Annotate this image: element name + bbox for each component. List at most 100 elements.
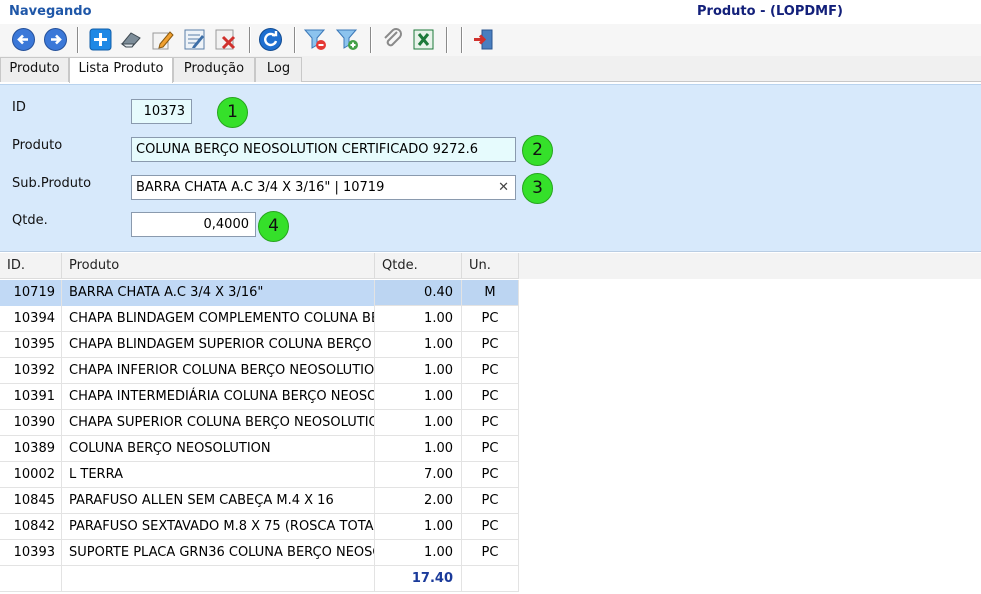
cell-un: PC — [462, 514, 519, 540]
cell-qtde: 7.00 — [375, 462, 462, 488]
cell-qtde: 1.00 — [375, 306, 462, 332]
cell-id: 10391 — [0, 384, 62, 410]
tab-produto[interactable]: Produto — [0, 57, 69, 82]
tab-strip: Produto Lista Produto Produção Log — [0, 56, 981, 83]
filter-add-button[interactable] — [335, 27, 360, 52]
table-row[interactable]: 10389 COLUNA BERÇO NEOSOLUTION 1.00 PC — [0, 436, 519, 462]
cell-id: 10002 — [0, 462, 62, 488]
clear-icon[interactable]: ✕ — [498, 176, 509, 199]
toolbar — [0, 24, 981, 56]
column-header-qtde[interactable]: Qtde. — [375, 253, 462, 279]
delete-doc-icon — [215, 29, 236, 50]
cell-qtde: 0.40 — [375, 280, 462, 306]
table-row[interactable]: 10395 CHAPA BLINDAGEM SUPERIOR COLUNA BE… — [0, 332, 519, 358]
cell-id — [0, 566, 62, 592]
cell-un: M — [462, 280, 519, 306]
cell-un: PC — [462, 410, 519, 436]
cell-qtde: 1.00 — [375, 358, 462, 384]
cell-qtde: 1.00 — [375, 410, 462, 436]
produto-field[interactable]: COLUNA BERÇO NEOSOLUTION CERTIFICADO 927… — [131, 137, 516, 162]
attach-button[interactable] — [380, 27, 405, 52]
cell-un: PC — [462, 540, 519, 566]
cell-id: 10394 — [0, 306, 62, 332]
erase-button[interactable] — [119, 27, 144, 52]
pencil-icon — [152, 31, 174, 50]
toolbar-separator — [294, 27, 296, 53]
marker-badge-4: 4 — [258, 211, 289, 242]
column-header-id[interactable]: ID. — [0, 253, 62, 279]
filter-remove-button[interactable] — [303, 27, 328, 52]
column-header-produto[interactable]: Produto — [62, 253, 375, 279]
cell-qtde: 1.00 — [375, 436, 462, 462]
filter-remove-icon — [303, 29, 326, 50]
cell-produto: CHAPA BLINDAGEM SUPERIOR COLUNA BERÇO N — [62, 332, 375, 358]
table-row[interactable]: 10719 BARRA CHATA A.C 3/4 X 3/16" 0.40 M — [0, 280, 519, 306]
table-row[interactable]: 10392 CHAPA INFERIOR COLUNA BERÇO NEOSOL… — [0, 358, 519, 384]
table-row[interactable]: 10842 PARAFUSO SEXTAVADO M.8 X 75 (ROSCA… — [0, 514, 519, 540]
tab-log[interactable]: Log — [255, 57, 302, 82]
cell-produto: PARAFUSO SEXTAVADO M.8 X 75 (ROSCA TOTAL… — [62, 514, 375, 540]
marker-badge-3: 3 — [522, 173, 553, 204]
cell-produto: CHAPA INTERMEDIÁRIA COLUNA BERÇO NEOSOL — [62, 384, 375, 410]
tab-producao[interactable]: Produção — [173, 57, 255, 82]
toolbar-separator — [461, 27, 463, 53]
subproduto-value: BARRA CHATA A.C 3/4 X 3/16" | 10719 — [136, 180, 385, 195]
exit-button[interactable] — [471, 27, 496, 52]
delete-button[interactable] — [213, 27, 238, 52]
edit-note-button[interactable] — [182, 27, 207, 52]
table-row[interactable]: 10391 CHAPA INTERMEDIÁRIA COLUNA BERÇO N… — [0, 384, 519, 410]
filter-add-icon — [335, 29, 358, 50]
table-row[interactable]: 10845 PARAFUSO ALLEN SEM CABEÇA M.4 X 16… — [0, 488, 519, 514]
cell-un: PC — [462, 358, 519, 384]
arrow-right-icon — [44, 28, 67, 51]
exit-icon — [474, 29, 493, 50]
notepad-edit-icon — [184, 29, 205, 50]
marker-badge-2: 2 — [522, 135, 553, 166]
cell-id: 10393 — [0, 540, 62, 566]
eraser-icon — [120, 32, 141, 48]
excel-button[interactable] — [411, 27, 436, 52]
toolbar-separator — [370, 27, 372, 53]
cell-produto: CHAPA INFERIOR COLUNA BERÇO NEOSOLUTION — [62, 358, 375, 384]
subproduto-label: Sub.Produto — [12, 176, 92, 191]
window-title: Produto - (LOPDMF) — [697, 4, 843, 19]
cell-id: 10719 — [0, 280, 62, 306]
cell-produto: COLUNA BERÇO NEOSOLUTION — [62, 436, 375, 462]
toolbar-separator — [77, 27, 79, 53]
table-row[interactable]: 10393 SUPORTE PLACA GRN36 COLUNA BERÇO N… — [0, 540, 519, 566]
total-row: 17.40 — [0, 566, 519, 592]
table-row[interactable]: 10394 CHAPA BLINDAGEM COMPLEMENTO COLUNA… — [0, 306, 519, 332]
total-qtde: 17.40 — [375, 566, 462, 592]
mode-status: Navegando — [9, 4, 92, 19]
form-panel: ID 10373 1 Produto COLUNA BERÇO NEOSOLUT… — [0, 84, 981, 252]
cell-un: PC — [462, 462, 519, 488]
id-field[interactable]: 10373 — [131, 99, 192, 124]
cell-un — [462, 566, 519, 592]
tab-lista-produto[interactable]: Lista Produto — [69, 57, 173, 83]
cell-produto: L TERRA — [62, 462, 375, 488]
cell-qtde: 1.00 — [375, 332, 462, 358]
forward-button[interactable] — [43, 27, 68, 52]
product-grid: ID. Produto Qtde. Un. 10719 BARRA CHATA … — [0, 253, 981, 594]
cell-produto: PARAFUSO ALLEN SEM CABEÇA M.4 X 16 — [62, 488, 375, 514]
grid-header: ID. Produto Qtde. Un. — [0, 253, 981, 279]
column-header-un[interactable]: Un. — [462, 253, 519, 279]
edit-button[interactable] — [150, 27, 175, 52]
back-button[interactable] — [11, 27, 36, 52]
table-row[interactable]: 10002 L TERRA 7.00 PC — [0, 462, 519, 488]
qtde-label: Qtde. — [12, 213, 48, 228]
cell-id: 10390 — [0, 410, 62, 436]
cell-id: 10842 — [0, 514, 62, 540]
subproduto-field[interactable]: BARRA CHATA A.C 3/4 X 3/16" | 10719 ✕ — [131, 175, 516, 200]
cell-produto: BARRA CHATA A.C 3/4 X 3/16" — [62, 280, 375, 306]
refresh-button[interactable] — [258, 27, 283, 52]
cell-id: 10845 — [0, 488, 62, 514]
qtde-field[interactable]: 0,4000 — [131, 212, 256, 237]
new-button[interactable] — [88, 27, 113, 52]
cell-id: 10392 — [0, 358, 62, 384]
arrow-left-icon — [12, 28, 35, 51]
table-row[interactable]: 10390 CHAPA SUPERIOR COLUNA BERÇO NEOSOL… — [0, 410, 519, 436]
title-bar: Navegando Produto - (LOPDMF) — [0, 0, 981, 24]
toolbar-separator — [249, 27, 251, 53]
produto-label: Produto — [12, 138, 63, 153]
